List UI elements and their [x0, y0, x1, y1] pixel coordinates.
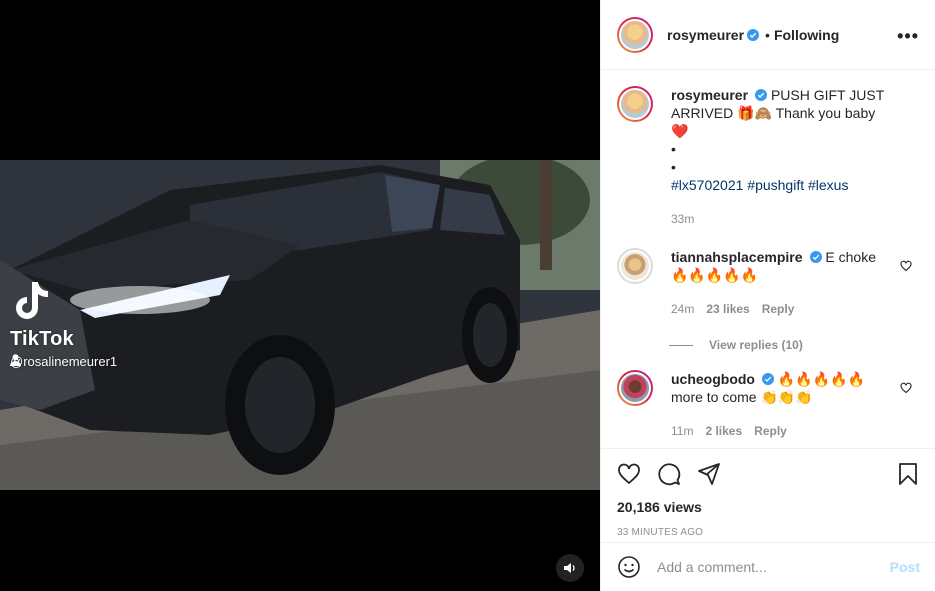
caption-username[interactable]: rosymeurer: [671, 87, 748, 103]
replies-divider: [669, 344, 693, 346]
post-timestamp: 33 MINUTES AGO: [617, 527, 704, 538]
emoji-smiley-icon[interactable]: [617, 555, 641, 579]
caption-meta: 33m: [671, 210, 891, 228]
speaker-icon: [564, 563, 575, 573]
post-actions: 20,186 views 33 MINUTES AGO: [601, 448, 935, 538]
comment-meta: 11m 2 likes Reply: [671, 422, 891, 440]
save-bookmark-icon[interactable]: [896, 462, 920, 486]
post-comment-button[interactable]: Post: [890, 559, 920, 575]
caption-bullet: •: [671, 159, 676, 175]
verified-badge-icon: [762, 373, 774, 385]
person-icon: [10, 354, 21, 366]
comment-time[interactable]: 11m: [671, 422, 693, 440]
car-video-still: [0, 160, 600, 490]
comment-username[interactable]: tiannahsplacempire: [671, 249, 803, 265]
caption-bullet: •: [671, 141, 676, 157]
comment-item: ucheogbodo 🔥🔥🔥🔥🔥 more to come 👏👏👏 11m 2 …: [617, 370, 920, 440]
view-replies-label: View replies (10): [709, 338, 803, 352]
more-options-icon[interactable]: •••: [897, 26, 919, 47]
avatar[interactable]: [617, 248, 653, 284]
verified-badge-icon: [809, 251, 822, 263]
post-header: rosymeurer • Following •••: [601, 0, 935, 70]
avatar[interactable]: [617, 16, 653, 53]
separator-dot: •: [765, 26, 770, 43]
tiktok-brand: TikTok: [10, 328, 74, 350]
comment-item: tiannahsplacempire E choke 🔥🔥🔥🔥🔥 24m 23 …: [617, 248, 920, 318]
comment-time[interactable]: 24m: [671, 300, 694, 318]
header-username[interactable]: rosymeurer: [667, 27, 744, 43]
following-button[interactable]: Following: [774, 27, 839, 43]
add-comment-bar: Post: [601, 542, 935, 591]
like-heart-icon[interactable]: [617, 462, 641, 486]
mute-toggle-button[interactable]: [556, 554, 584, 582]
comment-username[interactable]: ucheogbodo: [671, 371, 755, 387]
caption-hashtags[interactable]: #lx5702021 #pushgift #lexus: [671, 176, 891, 194]
comment-input[interactable]: [657, 559, 877, 575]
reply-button[interactable]: Reply: [762, 300, 795, 318]
avatar[interactable]: [617, 370, 653, 406]
view-replies-button[interactable]: View replies (10): [669, 338, 920, 352]
action-icon-row: [617, 459, 920, 489]
post-side-panel: rosymeurer • Following ••• rosymeurer PU…: [600, 0, 935, 591]
caption-time[interactable]: 33m: [671, 210, 694, 228]
comment-meta: 24m 23 likes Reply: [671, 300, 891, 318]
comment-likes[interactable]: 23 likes: [706, 300, 749, 318]
comments-list[interactable]: rosymeurer PUSH GIFT JUST ARRIVED 🎁🙈 Tha…: [601, 70, 935, 448]
avatar[interactable]: [617, 86, 653, 122]
caption: rosymeurer PUSH GIFT JUST ARRIVED 🎁🙈 Tha…: [617, 86, 920, 228]
comment-likes[interactable]: 2 likes: [705, 422, 742, 440]
verified-badge-icon: [755, 89, 768, 101]
video-frame[interactable]: TikTok @rosalinemeurer1: [0, 160, 600, 490]
comment-bubble-icon[interactable]: [657, 462, 681, 486]
verified-badge-icon: [747, 28, 760, 41]
video-player[interactable]: TikTok @rosalinemeurer1: [0, 0, 600, 591]
tiktok-username: @rosalinemeurer1: [10, 354, 117, 369]
reply-button[interactable]: Reply: [754, 422, 787, 440]
like-comment-heart-icon[interactable]: [900, 382, 912, 394]
share-paper-plane-icon[interactable]: [697, 462, 721, 486]
tiktok-icon: [16, 282, 48, 319]
like-comment-heart-icon[interactable]: [900, 260, 912, 272]
tiktok-handle: @rosalinemeurer1: [10, 354, 118, 369]
view-count[interactable]: 20,186 views: [617, 499, 920, 515]
